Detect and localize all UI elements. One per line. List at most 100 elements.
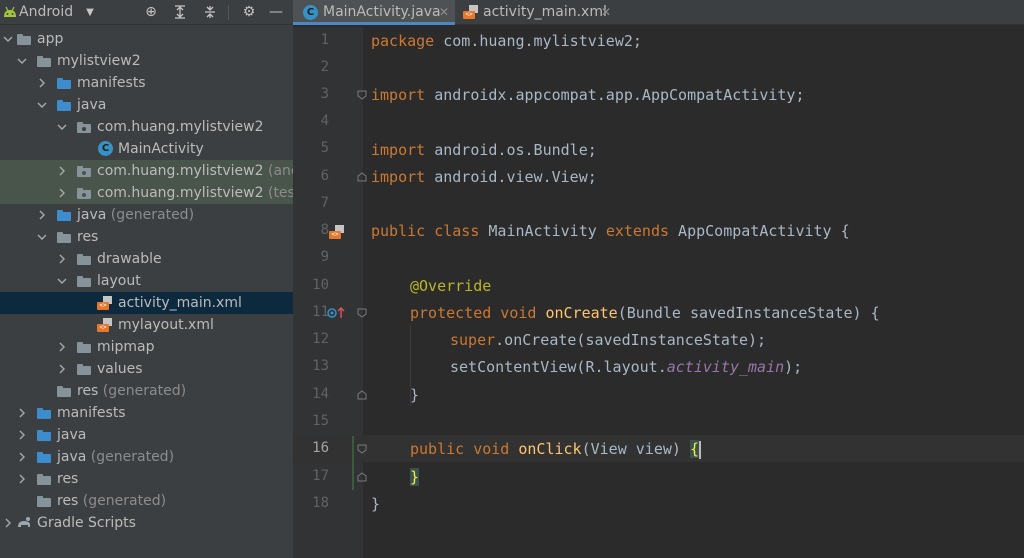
chevron-down-icon[interactable]: [56, 116, 68, 138]
line-number: 1: [320, 32, 329, 48]
token-keyword: super: [450, 331, 496, 349]
tree-item-mainactivity[interactable]: C MainActivity: [0, 138, 293, 160]
tree-item-label: res: [57, 471, 79, 487]
chevron-right-icon[interactable]: [2, 512, 14, 534]
tab-mainactivity-java[interactable]: C MainActivity.java ✕: [293, 0, 455, 25]
change-marker: [352, 436, 354, 490]
tree-item-res[interactable]: res: [0, 226, 293, 248]
tree-item-mylayout-xml[interactable]: <> mylayout.xml: [0, 314, 293, 336]
chevron-right-icon[interactable]: [56, 248, 68, 270]
chevron-right-icon[interactable]: [16, 424, 28, 446]
code-line-8: public class MainActivity extends AppCom…: [371, 218, 850, 245]
tree-item-suffix: (generated): [86, 449, 175, 465]
project-view-selector[interactable]: Android: [19, 0, 73, 25]
chevron-down-icon[interactable]: [56, 270, 68, 292]
tree-item-label: mipmap: [97, 339, 155, 355]
tree-item-label: Gradle Scripts: [37, 515, 136, 531]
collapse-all-icon[interactable]: [202, 4, 218, 20]
chevron-right-icon[interactable]: [16, 446, 28, 468]
token-keyword: import: [371, 168, 426, 186]
fold-icon[interactable]: [357, 472, 367, 482]
locate-icon[interactable]: ⊕: [143, 4, 159, 20]
tree-item-label: manifests: [77, 75, 146, 91]
token-text: android.os.Bundle;: [425, 141, 597, 159]
tree-item-label: app: [37, 31, 64, 47]
tree-item-suffix: (andro: [267, 163, 293, 179]
line-number: 11: [312, 304, 329, 320]
fold-icon[interactable]: [357, 444, 367, 454]
tree-item-package-androidtest[interactable]: com.huang.mylistview2 (andro: [0, 160, 293, 182]
gradle-icon: [16, 515, 32, 531]
expand-all-icon[interactable]: [172, 4, 188, 20]
tree-item-gradle-scripts[interactable]: Gradle Scripts: [0, 512, 293, 534]
code-line-11: protected void onCreate(Bundle savedInst…: [410, 300, 880, 327]
tree-item-values[interactable]: values: [0, 358, 293, 380]
chevron-down-icon[interactable]: [16, 50, 28, 72]
chevron-right-icon[interactable]: [16, 402, 28, 424]
tree-item-mylistview2[interactable]: mylistview2: [0, 50, 293, 72]
token-text: AppCompatActivity {: [669, 222, 850, 240]
project-panel: Android ▼ ⊕ ⚙ — app mylistview2 manifest…: [0, 0, 293, 558]
tree-item-manifests[interactable]: manifests: [0, 72, 293, 94]
tree-item-drawable[interactable]: drawable: [0, 248, 293, 270]
tree-item-activity-main-xml[interactable]: <> activity_main.xml: [0, 292, 293, 314]
chevron-down-icon[interactable]: [36, 226, 48, 248]
tree-item-layout[interactable]: layout: [0, 270, 293, 292]
minimize-icon[interactable]: —: [268, 4, 284, 20]
tree-item-res-root[interactable]: res: [0, 468, 293, 490]
token-keyword: extends: [605, 222, 670, 240]
tree-item-label: values: [97, 361, 143, 377]
fold-icon[interactable]: [357, 390, 367, 400]
chevron-down-icon[interactable]: [36, 94, 48, 116]
tree-item-label: activity_main.xml: [118, 295, 242, 311]
gear-icon[interactable]: ⚙: [241, 4, 257, 20]
tree-item-java-generated[interactable]: java (generated): [0, 204, 293, 226]
code-line-12: super.onCreate(savedInstanceState);: [450, 327, 766, 354]
tree-item-res-generated[interactable]: res (generated): [0, 380, 293, 402]
close-icon[interactable]: ✕: [439, 0, 449, 25]
close-icon[interactable]: ✕: [601, 0, 611, 25]
token-annotation: @Override: [410, 277, 492, 295]
fold-icon[interactable]: [357, 308, 367, 318]
tree-item-label: java: [57, 427, 87, 443]
fold-icon[interactable]: [357, 172, 367, 182]
tree-item-label: java: [77, 207, 107, 223]
tree-item-label: mylistview2: [57, 53, 141, 69]
chevron-right-icon[interactable]: [16, 468, 28, 490]
line-number: 4: [320, 113, 329, 129]
tree-item-app[interactable]: app: [0, 28, 293, 50]
tree-item-package-test[interactable]: com.huang.mylistview2 (test): [0, 182, 293, 204]
tree-item-label: mylayout.xml: [118, 317, 214, 333]
chevron-right-icon[interactable]: [56, 182, 68, 204]
tree-item-suffix: (generated): [78, 493, 167, 509]
chevron-right-icon[interactable]: [36, 204, 48, 226]
tree-item-package[interactable]: com.huang.mylistview2: [0, 116, 293, 138]
chevron-right-icon[interactable]: [56, 160, 68, 182]
tab-activity-main-xml[interactable]: <> activity_main.xml ✕: [455, 0, 615, 25]
tree-item-java-root[interactable]: java: [0, 424, 293, 446]
code-line-6: import android.view.View;: [371, 164, 597, 191]
chevron-right-icon[interactable]: [56, 336, 68, 358]
tree-item-mipmap[interactable]: mipmap: [0, 336, 293, 358]
tree-item-java-generated-root[interactable]: java (generated): [0, 446, 293, 468]
code-line-18: }: [371, 491, 380, 518]
tree-item-java[interactable]: java: [0, 94, 293, 116]
toolbar-divider: [228, 5, 229, 20]
tree-item-manifests-root[interactable]: manifests: [0, 402, 293, 424]
chevron-down-icon[interactable]: ▼: [82, 4, 98, 20]
tree-item-label: layout: [97, 273, 141, 289]
fold-icon[interactable]: [357, 90, 367, 100]
tree-item-suffix: (generated): [98, 383, 187, 399]
token-brace-matched: }: [410, 468, 420, 486]
layout-link-icon[interactable]: <>: [329, 224, 345, 240]
line-number: 17: [312, 468, 329, 484]
tree-item-res-generated-root[interactable]: res (generated): [0, 490, 293, 512]
line-number: 18: [312, 495, 329, 511]
chevron-down-icon[interactable]: [2, 28, 14, 50]
chevron-right-icon[interactable]: [36, 72, 48, 94]
token-text: android.view.View;: [425, 168, 597, 186]
line-number: 15: [312, 413, 329, 429]
override-method-icon[interactable]: [327, 306, 347, 320]
tree-item-label: java: [57, 449, 87, 465]
chevron-right-icon[interactable]: [56, 358, 68, 380]
